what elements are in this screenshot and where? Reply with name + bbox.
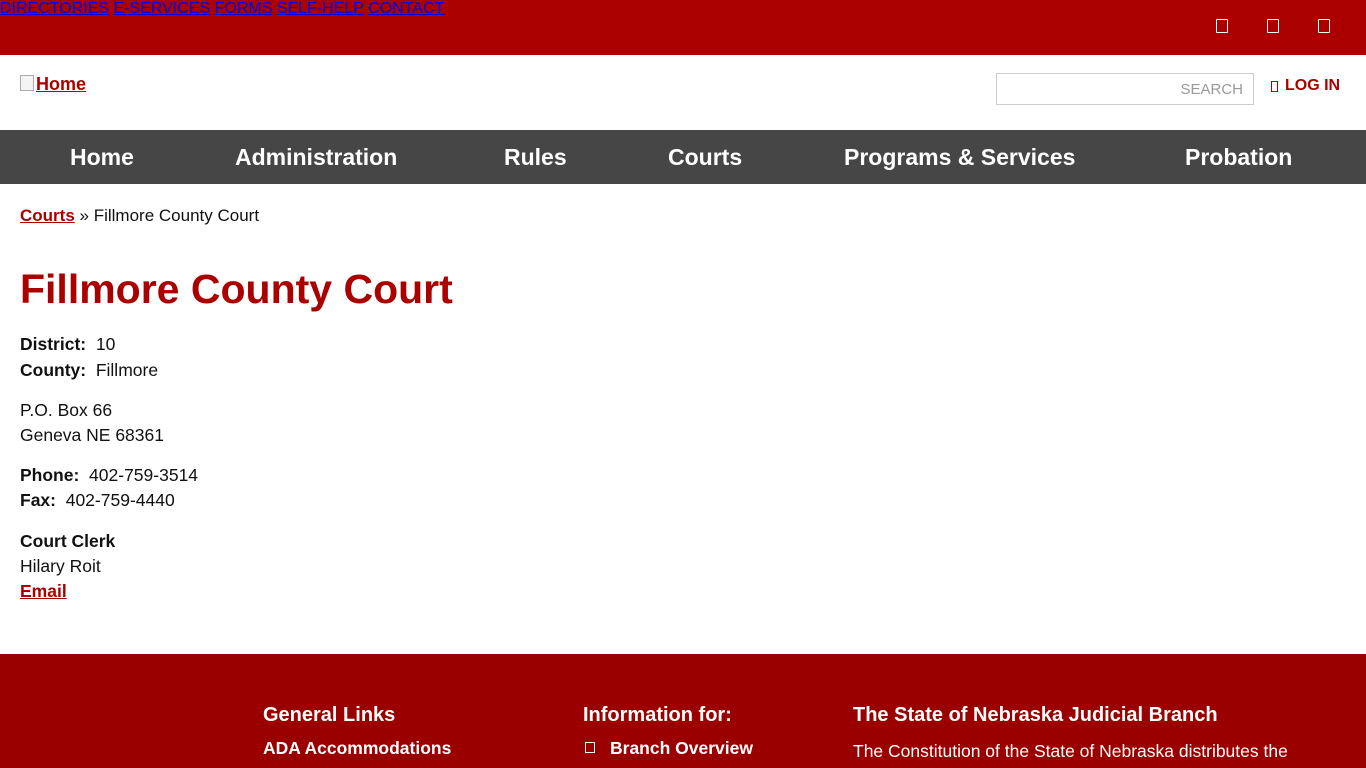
county-value: Fillmore [95, 360, 159, 380]
fax-value: 402-759-4440 [65, 490, 175, 510]
main-nav-probation[interactable]: Probation [1185, 144, 1292, 171]
county-label: County: [20, 360, 87, 380]
twitter-icon[interactable] [1267, 19, 1279, 33]
breadcrumb-separator: » [79, 206, 89, 225]
top-nav-contact[interactable]: CONTACT [368, 0, 444, 17]
main-nav: Home Administration Rules Courts Program… [0, 130, 1366, 184]
main-nav-home[interactable]: Home [70, 144, 134, 171]
breadcrumb-current: Fillmore County Court [93, 206, 260, 225]
county-row: County: Fillmore [20, 360, 158, 381]
breadcrumb-courts-link[interactable]: Courts [20, 206, 75, 225]
footer-information-heading: Information for: [583, 704, 732, 726]
home-logo-link[interactable]: Home [20, 74, 86, 95]
fax-label: Fax: [20, 490, 56, 510]
top-nav-directories[interactable]: DIRECTORIES [0, 0, 109, 17]
main-nav-rules[interactable]: Rules [504, 144, 567, 171]
phone-label: Phone: [20, 465, 80, 485]
address-line-2: Geneva NE 68361 [20, 425, 164, 445]
footer: General Links ADA Accommodations Informa… [0, 654, 1366, 768]
branch-overview-icon [585, 742, 595, 753]
youtube-icon[interactable] [1318, 19, 1330, 33]
search-input[interactable] [997, 74, 1253, 104]
footer-general-links-heading: General Links [263, 704, 396, 726]
search-box [996, 73, 1254, 105]
broken-image-icon [20, 74, 34, 91]
page-title: Fillmore County Court [20, 266, 453, 312]
lock-icon [1271, 80, 1278, 92]
top-nav-e-services[interactable]: E-SERVICES [114, 0, 211, 17]
breadcrumb: Courts » Fillmore County Court [20, 206, 259, 226]
clerk-name: Hilary Roit [20, 556, 101, 576]
fax-row: Fax: 402-759-4440 [20, 490, 175, 511]
facebook-icon[interactable] [1216, 19, 1228, 33]
clerk-email-link[interactable]: Email [20, 581, 67, 602]
clerk-heading-text: Court Clerk [20, 531, 116, 551]
district-row: District: 10 [20, 334, 115, 355]
district-label: District: [20, 334, 87, 354]
login-label: LOG IN [1285, 77, 1341, 94]
top-utility-bar: DIRECTORIES E-SERVICES FORMS SELF-HELP C… [0, 0, 1366, 55]
main-nav-programs-services[interactable]: Programs & Services [844, 144, 1075, 171]
district-value: 10 [95, 334, 116, 354]
home-logo-alt-text: Home [36, 74, 87, 94]
footer-link-branch-overview[interactable]: Branch Overview [610, 738, 753, 759]
phone-value: 402-759-3514 [89, 465, 199, 485]
top-nav-forms[interactable]: FORMS [215, 0, 273, 17]
main-nav-courts[interactable]: Courts [668, 144, 742, 171]
address-line-1: P.O. Box 66 [20, 400, 113, 420]
top-nav-self-help[interactable]: SELF-HELP [277, 0, 364, 17]
footer-link-ada[interactable]: ADA Accommodations [263, 738, 451, 759]
phone-row: Phone: 402-759-3514 [20, 465, 198, 486]
main-nav-administration[interactable]: Administration [235, 144, 397, 171]
login-link[interactable]: LOG IN [1271, 77, 1340, 95]
footer-branch-text: The Constitution of the State of Nebrask… [853, 741, 1288, 761]
clerk-heading: Court Clerk [20, 531, 115, 552]
footer-branch-heading: The State of Nebraska Judicial Branch [853, 704, 1218, 726]
